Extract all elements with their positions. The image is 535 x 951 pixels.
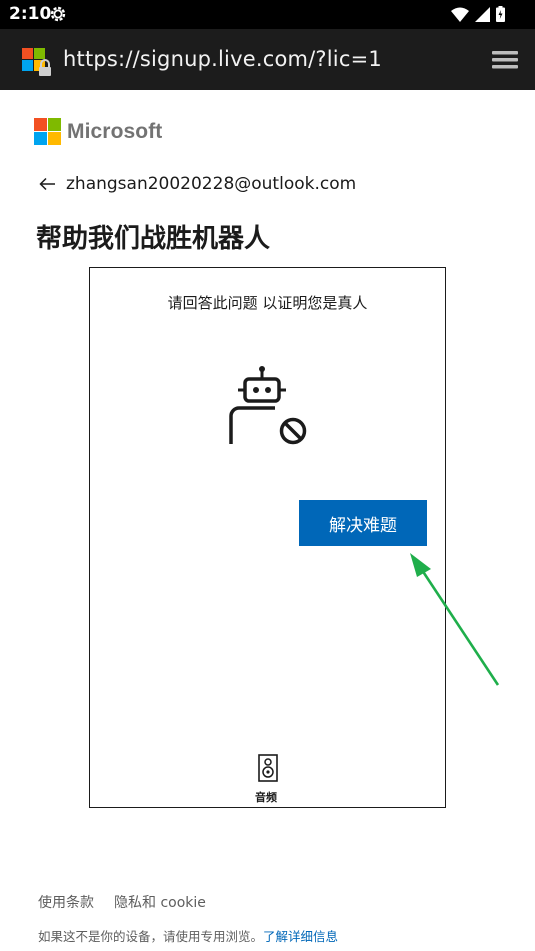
menu-icon[interactable] <box>490 49 520 71</box>
status-bar: 2:10 <box>0 0 535 29</box>
footer-note-text: 如果这不是你的设备，请使用专用浏览。 <box>38 929 264 944</box>
privacy-link[interactable]: 隐私和 cookie <box>114 892 206 912</box>
learn-more-link[interactable]: 了解详细信息 <box>263 929 338 944</box>
account-email: zhangsan20020228@outlook.com <box>66 174 357 194</box>
status-time: 2:10 <box>9 4 52 24</box>
solve-puzzle-button[interactable]: 解决难题 <box>299 500 427 546</box>
identity-row: zhangsan20020228@outlook.com <box>38 174 356 194</box>
settings-icon <box>50 6 66 22</box>
robot-block-icon <box>229 366 307 445</box>
signal-icon <box>475 6 490 22</box>
footer-note: 如果这不是你的设备，请使用专用浏览。了解详细信息 <box>38 926 338 945</box>
browser-url-bar[interactable]: https://signup.live.com/?lic=1 <box>0 29 535 90</box>
speaker-icon[interactable] <box>258 754 278 782</box>
challenge-prompt: 请回答此问题 以证明您是真人 <box>167 294 368 312</box>
microsoft-logo-icon <box>34 118 62 146</box>
microsoft-logo: Microsoft <box>34 118 162 146</box>
secure-site-icon <box>22 48 51 76</box>
brand-name: Microsoft <box>67 120 163 143</box>
status-icons <box>451 6 505 22</box>
page-title: 帮助我们战胜机器人 <box>36 224 271 254</box>
audio-label[interactable]: 音频 <box>90 789 442 805</box>
captcha-challenge-panel: 请回答此问题 以证明您是真人 解决难题 音频 <box>89 267 446 808</box>
url-text[interactable]: https://signup.live.com/?lic=1 <box>63 47 382 71</box>
battery-charging-icon <box>496 6 505 22</box>
wifi-icon <box>451 7 469 22</box>
back-arrow-icon[interactable] <box>38 174 58 194</box>
footer-links: 使用条款 隐私和 cookie <box>38 892 206 912</box>
terms-link[interactable]: 使用条款 <box>38 892 94 912</box>
